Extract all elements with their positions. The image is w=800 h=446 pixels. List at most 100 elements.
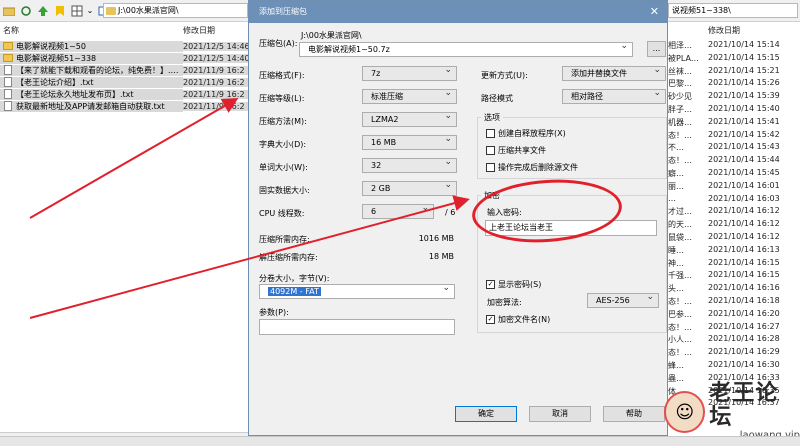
right-file-row[interactable]: 态！… 2021/10/14 15:44 (668, 155, 800, 167)
file-date: 2021/11/9 16:2 (183, 89, 248, 99)
right-file-row[interactable]: 才过… 2021/10/14 16:12 (668, 206, 800, 218)
dict-select[interactable]: 16 MB (362, 135, 457, 150)
close-icon[interactable]: ✕ (650, 1, 659, 23)
split-select[interactable]: 4092M - FAT (259, 284, 455, 299)
level-select[interactable]: 标准压缩 (362, 89, 457, 104)
format-select[interactable]: 7z (362, 66, 457, 81)
right-file-row[interactable]: 千强… 2021/10/14 16:15 (668, 270, 800, 282)
right-file-row[interactable]: 被PLA… 2021/10/14 15:15 (668, 53, 800, 65)
right-toolbar: 说视频51~338\ (668, 0, 800, 22)
right-file-name: 态！… (668, 322, 692, 332)
show-password-checkbox[interactable]: ✓ 显示密码(S) (486, 279, 541, 290)
dropdown-arrow-icon[interactable]: ⌄ (87, 4, 94, 18)
file-name: 电影解说视频51~338 (16, 53, 97, 63)
right-file-row[interactable]: 态！… 2021/10/14 16:18 (668, 296, 800, 308)
checkbox-checked: ✓ (486, 280, 495, 289)
right-file-row[interactable]: 巴参… 2021/10/14 16:20 (668, 309, 800, 321)
help-button[interactable]: 帮助 (603, 406, 665, 422)
params-input[interactable] (259, 319, 455, 335)
update-select[interactable]: 添加并替换文件 (562, 66, 666, 81)
right-file-row[interactable]: 小人… 2021/10/14 16:28 (668, 334, 800, 346)
right-file-row[interactable]: 癖… 2021/10/14 15:45 (668, 168, 800, 180)
text-file-icon (4, 89, 12, 99)
refresh-icon[interactable] (19, 4, 33, 18)
encrypt-method-select[interactable]: AES-256 (587, 293, 659, 308)
right-file-date: 2021/10/14 16:12 (708, 219, 780, 229)
file-name-cell: 【老王论坛介绍】.txt (0, 76, 183, 88)
delete-checkbox[interactable]: 操作完成后删除源文件 (486, 162, 578, 173)
encrypt-names-label: 加密文件名(N) (498, 315, 551, 324)
right-file-row[interactable]: 丝袜… 2021/10/14 15:21 (668, 66, 800, 78)
right-file-date: 2021/10/14 15:26 (708, 78, 780, 88)
word-select[interactable]: 32 (362, 158, 457, 173)
file-row[interactable]: 【老王论坛永久地址发布页】.txt 2021/11/9 16:2 (0, 88, 248, 100)
right-file-row[interactable]: 不… 2021/10/14 15:43 (668, 142, 800, 154)
bookmark-icon[interactable] (53, 4, 67, 18)
right-file-row[interactable]: 神… 2021/10/14 16:15 (668, 258, 800, 270)
right-file-name: 态！… (668, 348, 692, 358)
shared-checkbox[interactable]: 压缩共享文件 (486, 145, 546, 156)
column-date-header[interactable]: 修改日期 (183, 24, 248, 38)
file-row[interactable]: 【老王论坛介绍】.txt 2021/11/9 16:2 (0, 76, 248, 88)
right-file-row[interactable]: 胖子… 2021/10/14 15:40 (668, 104, 800, 116)
column-name-header[interactable]: 名称 (0, 24, 183, 38)
sfx-checkbox[interactable]: 创建自释放程序(X) (486, 128, 566, 139)
right-file-name: 被PLA… (668, 53, 699, 63)
old-man-face-icon: ☺ (664, 391, 706, 433)
right-file-row[interactable]: … 2021/10/14 16:03 (668, 194, 800, 206)
right-file-row[interactable]: 砂少见 2021/10/14 15:39 (668, 91, 800, 103)
right-file-name: 癖… (668, 169, 684, 178)
up-arrow-icon[interactable] (36, 4, 50, 18)
show-password-label: 显示密码(S) (498, 280, 542, 289)
text-file-icon (4, 77, 12, 87)
cancel-button[interactable]: 取消 (529, 406, 591, 422)
right-file-name: 态！… (668, 297, 692, 306)
word-label: 单词大小(W): (259, 163, 308, 172)
method-label: 压缩方法(M): (259, 117, 307, 126)
right-file-row[interactable]: 相泽… 2021/10/14 15:14 (668, 40, 800, 52)
file-row[interactable]: 【来了就能下载和观看的论坛，纯免费！】.… 2021/11/9 16:2 (0, 64, 248, 76)
folder-up-icon[interactable] (2, 4, 16, 18)
right-file-row[interactable]: 巴黎… 2021/10/14 15:26 (668, 78, 800, 90)
right-file-row[interactable]: 态！… 2021/10/14 16:29 (668, 347, 800, 359)
encrypt-names-checkbox[interactable]: ✓ 加密文件名(N) (486, 314, 550, 325)
file-name: 获取最新地址及APP请发邮箱自动获取.txt (16, 101, 165, 111)
right-file-date: 2021/10/14 16:27 (708, 321, 780, 331)
archive-dir: J:\00水果派官网\ (301, 31, 362, 40)
right-file-row[interactable]: 睡… 2021/10/14 16:13 (668, 245, 800, 257)
right-file-date: 2021/10/14 16:30 (708, 360, 780, 369)
threads-select[interactable]: 6 (362, 204, 434, 219)
address-bar[interactable]: J:\00水果派官网\ (103, 3, 248, 18)
right-file-date: 2021/10/14 16:12 (708, 232, 780, 241)
right-file-row[interactable]: 蜂… 2021/10/14 16:30 (668, 360, 800, 372)
archive-name-combo[interactable]: 电影解说视频1~50.7z (299, 42, 633, 57)
file-name: 【老王论坛永久地址发布页】.txt (16, 89, 134, 99)
right-file-date: 2021/10/14 16:15 (708, 270, 780, 280)
right-address-bar[interactable]: 说视频51~338\ (668, 3, 798, 18)
file-row[interactable]: 电影解说视频51~338 2021/12/5 14:40 (0, 52, 248, 64)
right-file-explorer: 说视频51~338\ 修改日期 相泽… 2021/10/14 15:14 被PLA…… (668, 0, 800, 446)
right-file-row[interactable]: 头… 2021/10/14 16:16 (668, 283, 800, 295)
right-file-row[interactable]: 丽… 2021/10/14 16:01 (668, 181, 800, 193)
right-file-row[interactable]: 态！… 2021/10/14 15:42 (668, 130, 800, 142)
right-file-row[interactable]: 机器… 2021/10/14 15:41 (668, 117, 800, 129)
file-name-cell: 【老王论坛永久地址发布页】.txt (0, 88, 183, 100)
ok-button[interactable]: 确定 (455, 406, 517, 422)
right-column-date-header[interactable]: 修改日期 (708, 24, 740, 38)
pathmode-select[interactable]: 相对路径 (562, 89, 666, 104)
file-date: 2021/11/9 16:2 (183, 65, 248, 75)
file-row[interactable]: 获取最新地址及APP请发邮箱自动获取.txt 2021/11/9 16:2 (0, 100, 248, 112)
solid-select[interactable]: 2 GB (362, 181, 457, 196)
right-file-row[interactable]: 鼠袋… 2021/10/14 16:12 (668, 232, 800, 244)
right-file-row[interactable]: 态！… 2021/10/14 16:27 (668, 322, 800, 334)
method-select[interactable]: LZMA2 (362, 112, 457, 127)
format-value: 7z (371, 69, 381, 78)
file-row[interactable]: 电影解说视频1~50 2021/12/5 14:46 (0, 40, 248, 52)
right-file-date: 2021/10/14 15:40 (708, 104, 780, 113)
right-file-date: 2021/10/14 16:03 (708, 193, 780, 203)
browse-button[interactable]: ... (647, 41, 666, 57)
right-file-row[interactable]: 的天… 2021/10/14 16:12 (668, 219, 800, 231)
view-grid-icon[interactable] (70, 4, 84, 18)
file-name-cell: 电影解说视频51~338 (0, 52, 183, 64)
pathmode-value: 相对路径 (571, 92, 603, 101)
